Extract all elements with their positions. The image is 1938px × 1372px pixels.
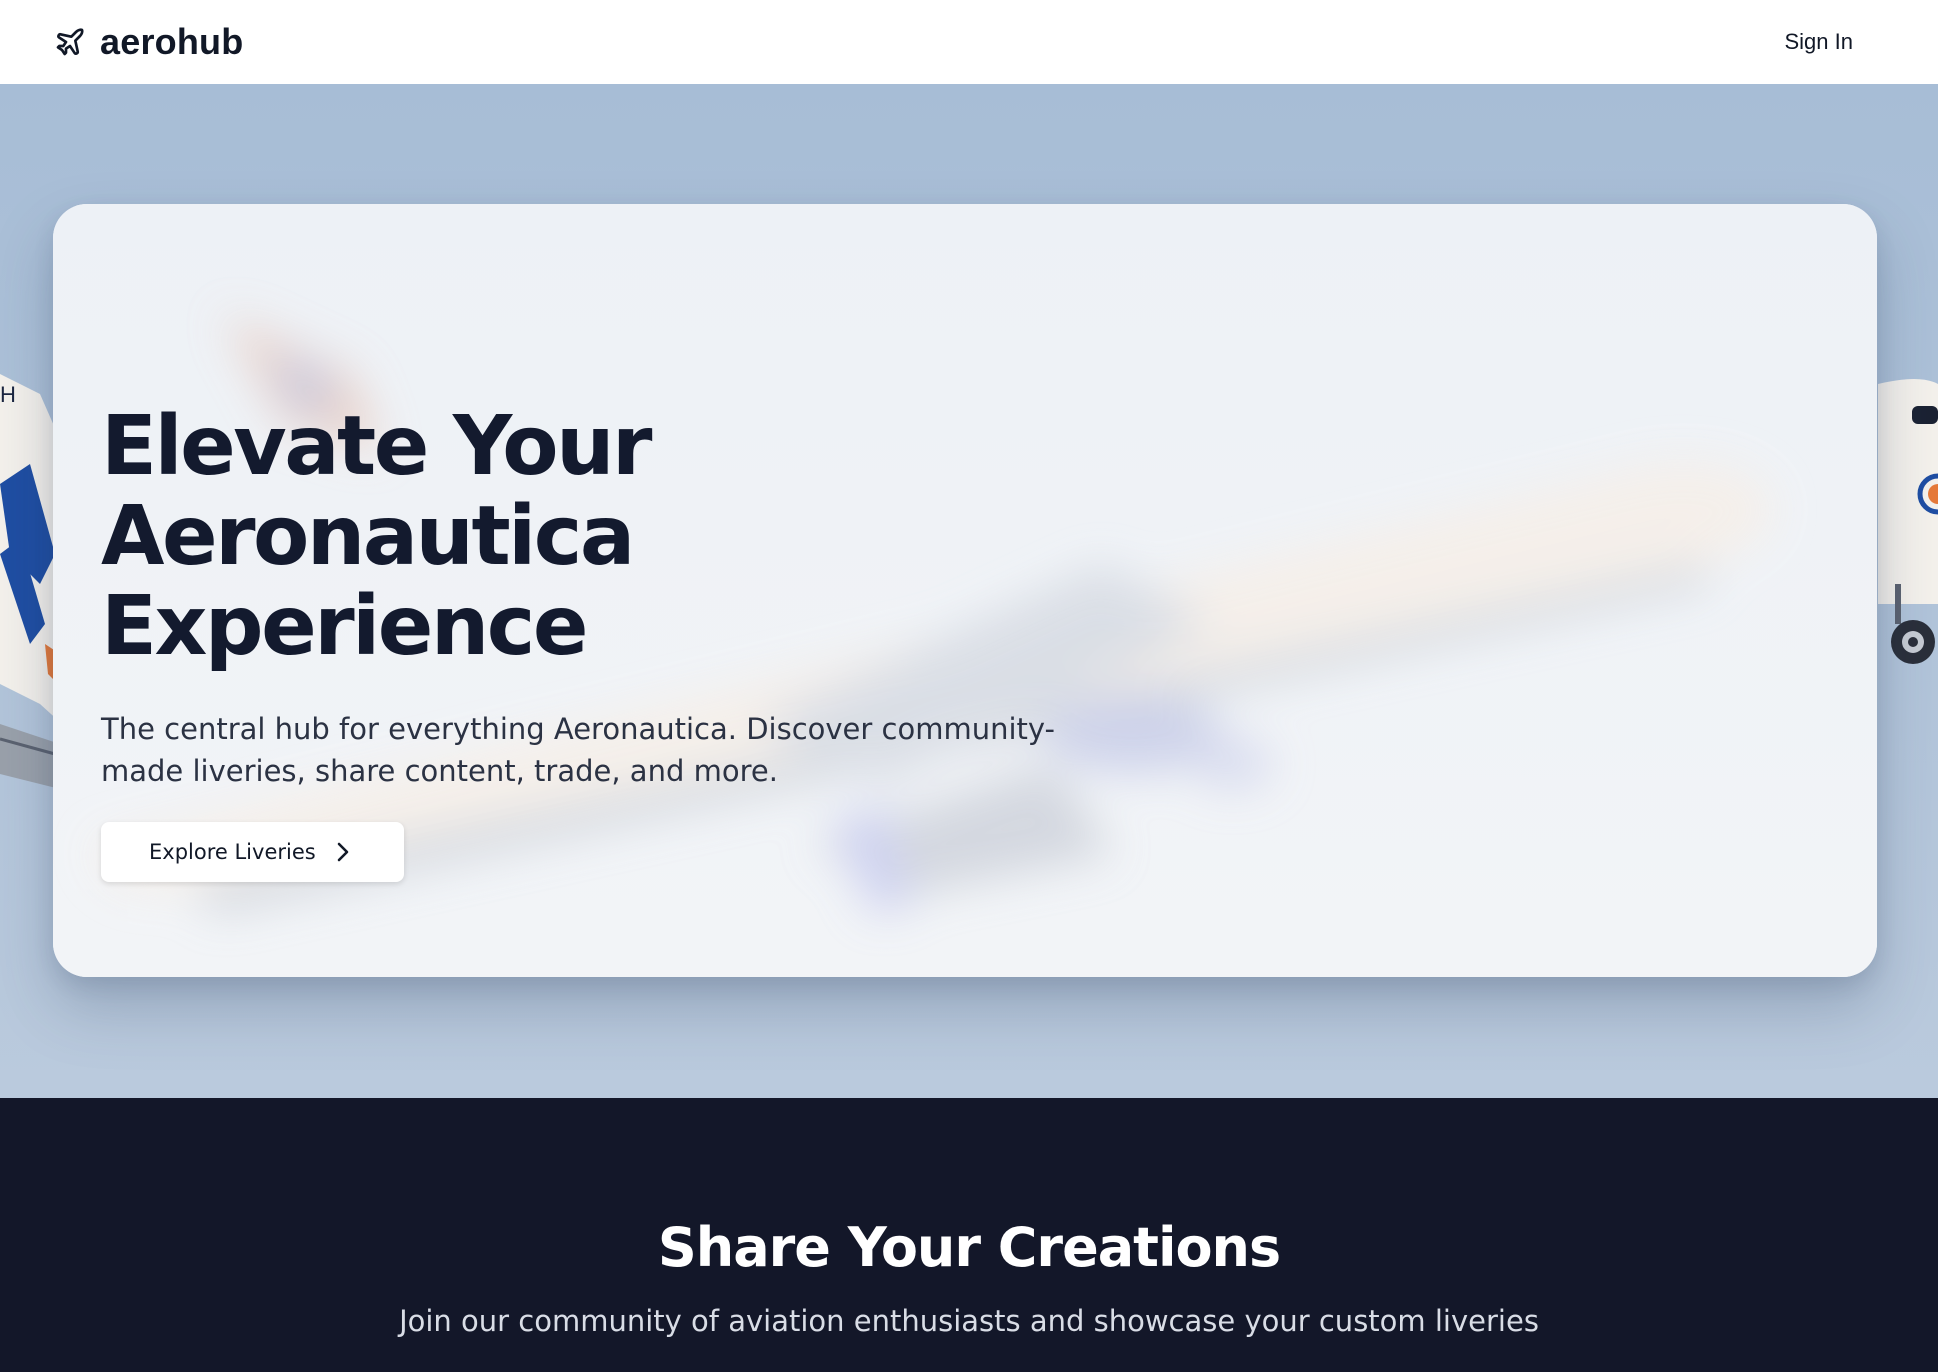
site-header: aerohub Sign In xyxy=(0,0,1938,84)
hero-title: Elevate Your Aeronautica Experience xyxy=(101,402,1201,672)
brand-name: aerohub xyxy=(100,21,244,62)
hero-content: Elevate Your Aeronautica Experience The … xyxy=(101,402,1201,882)
hero-title-line-1: Elevate Your Aeronautica xyxy=(101,399,652,584)
explore-liveries-button[interactable]: Explore Liveries xyxy=(101,822,404,882)
hero-subtitle: The central hub for everything Aeronauti… xyxy=(101,712,1056,788)
svg-text:H: H xyxy=(0,382,16,407)
chevron-right-icon xyxy=(336,841,350,863)
share-subtitle: Join our community of aviation enthusias… xyxy=(399,1304,1539,1338)
share-section: Share Your Creations Join our community … xyxy=(0,1098,1938,1372)
explore-liveries-label: Explore Liveries xyxy=(149,840,316,864)
hero-card: Elevate Your Aeronautica Experience The … xyxy=(53,204,1877,977)
brand-logo[interactable]: aerohub xyxy=(54,21,243,63)
hero-section: H Elevate Your Aeronautica Experience Th… xyxy=(0,84,1938,1098)
hero-title-line-2: Experience xyxy=(101,579,588,674)
share-title: Share Your Creations xyxy=(657,1216,1281,1279)
sign-in-button[interactable]: Sign In xyxy=(1785,29,1854,55)
plane-icon xyxy=(54,26,86,58)
